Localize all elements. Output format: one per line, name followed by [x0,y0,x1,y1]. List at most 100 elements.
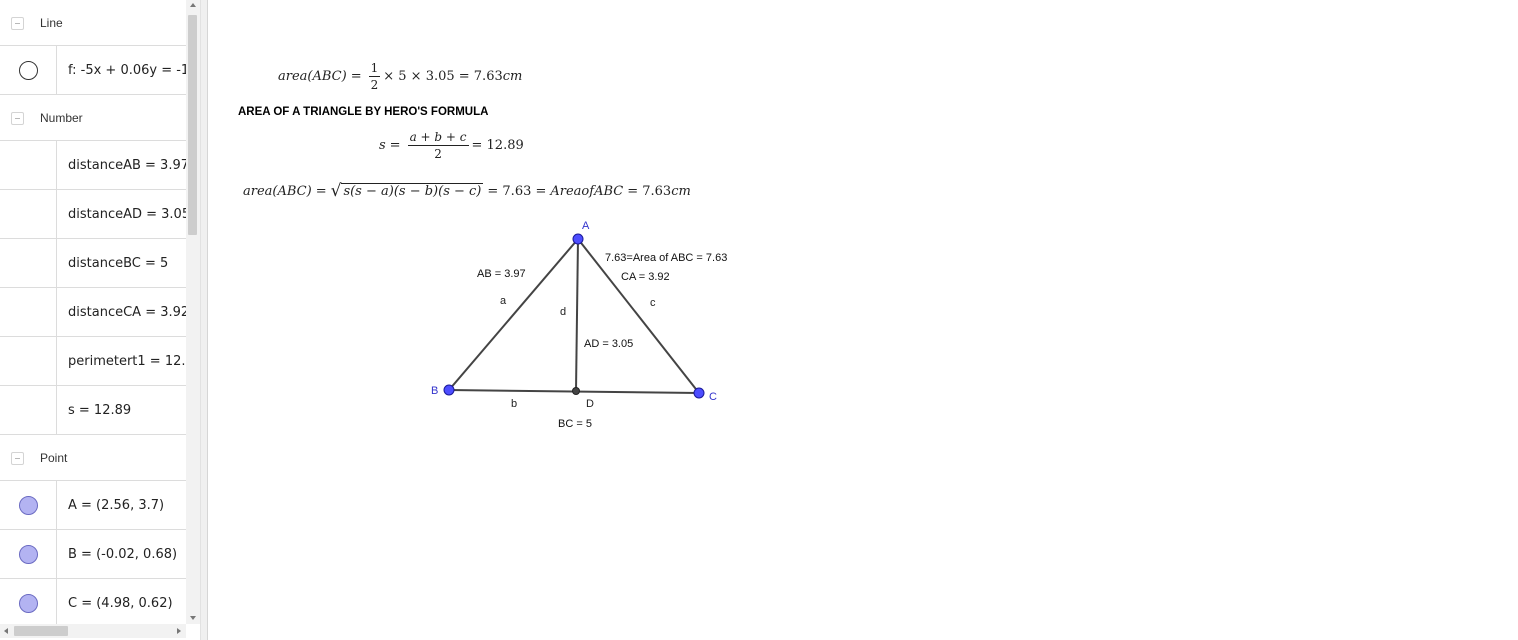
fraction-denominator: 2 [370,78,379,92]
segment-label-c[interactable]: c [650,297,656,309]
marble-cell [0,337,57,385]
horizontal-scrollbar[interactable] [0,624,186,638]
marble-cell [0,239,57,287]
fraction-numerator: a + b + c [407,130,469,146]
semiperimeter-formula-text[interactable]: s = a + b + c 2 = 12.89 [379,130,524,161]
object-definition[interactable]: A = (2.56, 3.7) [68,481,186,529]
triangle-construction[interactable]: A B C D a b c d AB = 3.97 CA = 3.92 AD =… [408,210,1008,470]
point-D[interactable] [572,387,580,395]
algebra-item-point-C[interactable]: C = (4.98, 0.62) [0,579,186,628]
segment-label-d[interactable]: d [560,306,566,318]
marble-cell [0,386,57,434]
category-label: Number [40,110,83,125]
point-C[interactable] [693,387,705,399]
formula-equals: = [350,69,362,84]
formula-lhs: area(ABC) [243,183,312,199]
caption-ca[interactable]: CA = 3.92 [621,271,670,283]
caption-area[interactable]: 7.63=Area of ABC = 7.63 [605,252,727,264]
formula-lhs: s [379,138,386,153]
marble-cell [0,141,57,189]
caption-ad[interactable]: AD = 3.05 [584,338,633,350]
scroll-down-icon[interactable] [190,616,196,620]
algebra-item-distanceAD[interactable]: distanceAD = 3.05 [0,190,186,239]
algebra-item-point-A[interactable]: A = (2.56, 3.7) [0,481,186,530]
marble-cell [0,46,57,94]
scroll-up-icon[interactable] [190,3,196,7]
object-definition[interactable]: distanceAB = 3.97 [68,141,186,189]
object-definition[interactable]: distanceBC = 5 [68,239,186,287]
segment-a[interactable] [448,238,579,391]
point-label-C[interactable]: C [709,391,717,403]
object-definition[interactable]: B = (-0.02, 0.68) [68,530,186,578]
segment-label-a[interactable]: a [500,295,507,307]
algebra-item-distanceAB[interactable]: distanceAB = 3.97 [0,141,186,190]
radicand: s(s − a)(s − b)(s − c) [341,183,484,199]
segment-d[interactable] [575,238,579,392]
formula-lhs: area(ABC) [278,69,347,84]
marble-cell [0,190,57,238]
scrollbar-thumb[interactable] [188,15,197,235]
object-definition[interactable]: C = (4.98, 0.62) [68,579,186,627]
point-A[interactable] [572,233,584,245]
point-label-B[interactable]: B [431,385,438,397]
algebra-item-distanceCA[interactable]: distanceCA = 3.92 [0,288,186,337]
marble-cell [0,288,57,336]
formula-rest: = 12.89 [471,138,524,153]
graphics-view[interactable]: area(ABC) = 1 2 × 5 × 3.05 = 7.63 cm ARE… [208,0,1518,640]
formula-equals: = [315,183,327,199]
collapse-icon[interactable] [11,451,24,465]
fraction-denominator: 2 [434,147,442,161]
category-label: Line [40,15,63,30]
object-definition[interactable]: distanceCA = 3.92 [68,288,186,336]
visibility-toggle-icon[interactable] [19,545,38,564]
formula-rest: × 5 × 3.05 = 7.63 [383,69,503,84]
visibility-toggle-icon[interactable] [19,594,38,613]
object-definition[interactable]: s = 12.89 [68,386,186,434]
category-number[interactable]: Number [0,95,186,141]
algebra-item-distanceBC[interactable]: distanceBC = 5 [0,239,186,288]
point-label-A[interactable]: A [582,220,590,232]
formula-rest: = 7.63 = [487,183,547,199]
formula-unit: cm [671,183,691,199]
fraction: 1 2 [368,61,381,92]
view-divider[interactable] [200,0,208,640]
area-formula-text[interactable]: area(ABC) = 1 2 × 5 × 3.05 = 7.63 cm [278,61,522,92]
object-definition[interactable]: distanceAD = 3.05 [68,190,186,238]
formula-equals: = [389,138,401,153]
collapse-icon[interactable] [11,111,24,125]
category-label: Point [40,450,68,465]
formula-text-part: AreaofABC [550,183,624,199]
scrollbar-thumb[interactable] [14,626,68,636]
object-definition[interactable]: f: -5x + 0.06y = -12 [68,46,186,94]
sqrt-icon: √ [330,181,342,201]
algebra-item-point-B[interactable]: B = (-0.02, 0.68) [0,530,186,579]
point-label-D[interactable]: D [586,398,594,410]
formula-rest: = 7.63 [627,183,672,199]
fraction-numerator: 1 [368,61,381,77]
scroll-left-icon[interactable] [4,628,8,634]
algebra-item-s[interactable]: s = 12.89 [0,386,186,435]
category-line[interactable]: Line [0,0,186,46]
formula-unit: cm [502,69,523,84]
visibility-toggle-icon[interactable] [19,61,38,80]
caption-ab[interactable]: AB = 3.97 [477,268,526,280]
scroll-right-icon[interactable] [177,628,181,634]
caption-bc[interactable]: BC = 5 [558,418,592,430]
marble-cell [0,481,57,529]
marble-cell [0,579,57,627]
fraction: a + b + c 2 [407,130,469,161]
algebra-view: Line f: -5x + 0.06y = -12 Number distanc… [0,0,200,640]
algebra-item-perimetert1[interactable]: perimetert1 = 12.89 [0,337,186,386]
algebra-list: Line f: -5x + 0.06y = -12 Number distanc… [0,0,186,628]
collapse-icon[interactable] [11,16,24,30]
segment-label-b[interactable]: b [511,398,517,410]
marble-cell [0,530,57,578]
heron-area-formula-text[interactable]: area(ABC) = √ s(s − a)(s − b)(s − c) = 7.… [243,181,691,201]
visibility-toggle-icon[interactable] [19,496,38,515]
category-point[interactable]: Point [0,435,186,481]
object-definition[interactable]: perimetert1 = 12.89 [68,337,186,385]
algebra-item-line-f[interactable]: f: -5x + 0.06y = -12 [0,46,186,95]
point-B[interactable] [443,384,455,396]
heros-formula-heading[interactable]: AREA OF A TRIANGLE BY HERO'S FORMULA [238,106,488,118]
vertical-scrollbar[interactable] [186,0,200,624]
